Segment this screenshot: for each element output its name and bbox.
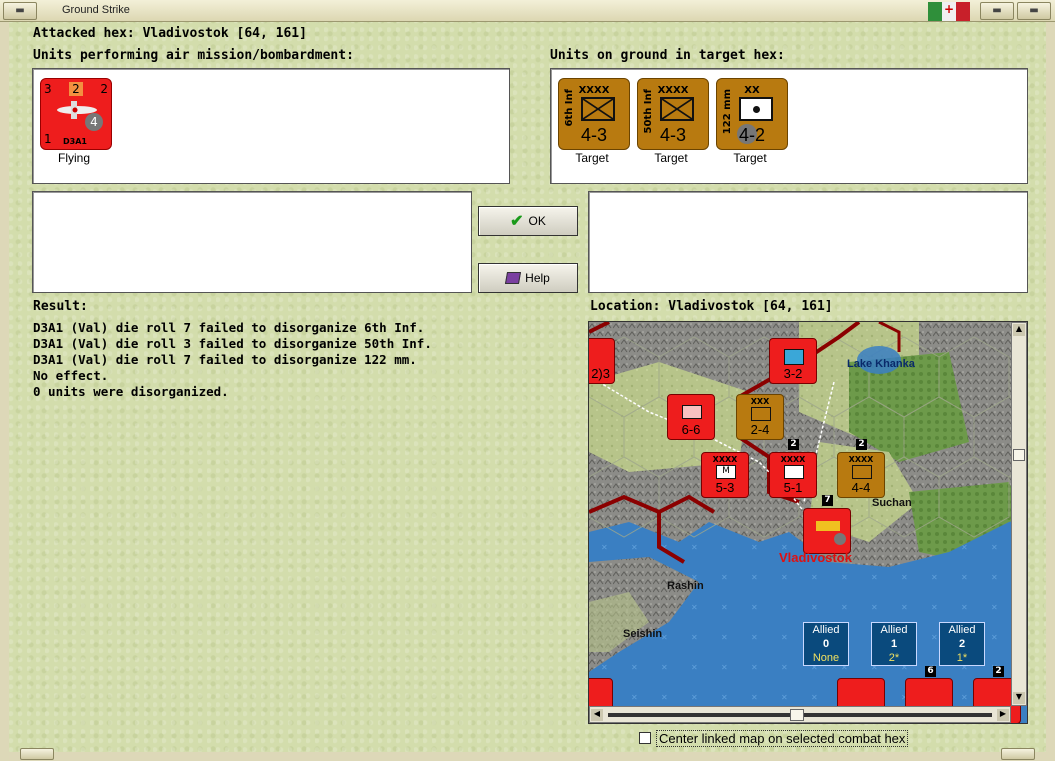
unit-strength: 4-3: [659, 125, 686, 145]
help-label: Help: [525, 271, 550, 285]
stack-count-badge: 2: [993, 666, 1004, 677]
scroll-down-icon[interactable]: ▼: [1013, 692, 1025, 704]
allied-value: 0: [822, 638, 830, 650]
flag-mid-icon: +: [942, 2, 956, 21]
vertical-scroll-thumb[interactable]: [1013, 449, 1025, 461]
allied-sub: None: [812, 652, 840, 664]
air-unit-top-right: 2: [100, 82, 108, 96]
maximize-button[interactable]: ▬: [1017, 2, 1051, 20]
artillery-symbol-icon: [739, 97, 773, 121]
title-bar: ▬ Ground Strike + ▬ ▬: [0, 0, 1055, 22]
scroll-right-icon[interactable]: ▶: [997, 709, 1009, 721]
map-counter[interactable]: XXXX M 5-3: [701, 452, 749, 498]
air-unit-top-left: 3: [44, 82, 52, 96]
bottom-left-frame-button[interactable]: [20, 748, 54, 760]
result-line: 0 units were disorganized.: [33, 384, 229, 399]
map-counter-strength: 4-4: [851, 480, 871, 495]
result-line: No effect.: [33, 368, 109, 383]
map-label-lake-khanka: Lake Khanka: [847, 358, 915, 370]
map-horizontal-scrollbar[interactable]: ◀ ▶: [589, 706, 1011, 723]
map-counter[interactable]: 2)3: [589, 338, 615, 384]
scroll-up-icon[interactable]: ▲: [1013, 324, 1025, 336]
unit-strength: 4-3: [580, 125, 607, 145]
result-line: D3A1 (Val) die roll 7 failed to disorgan…: [33, 352, 417, 367]
ground-unit-counter-3[interactable]: XX 122 mm 4-2: [716, 78, 788, 150]
air-unit-circle: 4: [85, 113, 103, 131]
horizontal-scroll-thumb[interactable]: [790, 709, 804, 721]
air-unit-counter[interactable]: 3 2 2 4 1 D3A1: [40, 78, 112, 150]
map-counter[interactable]: XXXX 4-4: [837, 452, 885, 498]
ground-unit-counter-1[interactable]: XXXX 6th Inf 4-3: [558, 78, 630, 150]
location-label: Location: Vladivostok [64, 161]: [590, 299, 833, 314]
allied-box-1[interactable]: Allied 1 2*: [871, 622, 917, 666]
air-unit-top-mid: 2: [69, 82, 83, 96]
map-label-seishin: Seishin: [623, 628, 663, 640]
ok-button[interactable]: ✔ OK: [478, 206, 578, 236]
location-map[interactable]: ✕: [588, 321, 1028, 724]
scroll-left-icon[interactable]: ◀: [591, 709, 603, 721]
map-counter-strength: 5-3: [715, 480, 735, 495]
map-label-vladivostok: Vladivostok: [779, 550, 852, 565]
allied-box-0[interactable]: Allied 0 None: [803, 622, 849, 666]
map-counter-air-unit[interactable]: [803, 508, 851, 554]
map-counter-strength: 6-6: [681, 422, 701, 437]
allied-title: Allied: [880, 624, 908, 636]
air-unit-bottom-left: 1: [44, 132, 52, 146]
ok-label: OK: [528, 214, 546, 228]
flag-right-icon: [956, 2, 970, 21]
infantry-symbol-icon: [581, 97, 615, 121]
map-counter[interactable]: XXXX 5-1: [769, 452, 817, 498]
unit-name: 6th Inf: [564, 89, 575, 127]
allied-sub: 2*: [888, 652, 900, 664]
result-text: D3A1 (Val) die roll 7 failed to disorgan…: [33, 320, 432, 400]
map-counter-strength: 5-1: [783, 480, 803, 495]
air-unit-status: Flying: [57, 151, 90, 165]
center-map-checkbox[interactable]: [639, 732, 651, 744]
help-button[interactable]: Help: [478, 263, 578, 293]
map-counter[interactable]: XXX 2-4: [736, 394, 784, 440]
checkmark-icon: ✔: [510, 213, 524, 230]
result-line: D3A1 (Val) die roll 3 failed to disorgan…: [33, 336, 432, 351]
allied-sub: 1*: [956, 652, 968, 664]
flag-left-icon: [928, 2, 942, 21]
map-counter[interactable]: 3-2: [769, 338, 817, 384]
window-title: Ground Strike: [62, 4, 130, 16]
result-label: Result:: [33, 299, 88, 314]
allied-title: Allied: [948, 624, 976, 636]
center-map-checkbox-label[interactable]: Center linked map on selected combat hex: [656, 730, 909, 747]
stack-count-badge: 6: [925, 666, 936, 677]
air-unit-name: D3A1: [63, 137, 87, 146]
unit-strength: 4-2: [738, 125, 765, 145]
ground-unit-status-2: Target: [654, 151, 688, 165]
map-counter-strength: 2-4: [750, 422, 770, 437]
allied-title: Allied: [812, 624, 840, 636]
defender-detail-panel: [588, 191, 1028, 293]
stack-count-badge: 7: [822, 495, 833, 506]
map-vertical-scrollbar[interactable]: ▲ ▼: [1011, 322, 1027, 706]
ground-units-label: Units on ground in target hex:: [550, 48, 785, 63]
allied-value: 2: [958, 638, 966, 650]
map-label-suchan: Suchan: [872, 497, 912, 509]
ground-unit-counter-2[interactable]: XXXX 50th Inf 4-3: [637, 78, 709, 150]
minimize-button[interactable]: ▬: [980, 2, 1014, 20]
infantry-symbol-icon: [660, 97, 694, 121]
stack-count-badge: 2: [788, 439, 799, 450]
allied-value: 1: [890, 638, 898, 650]
allied-box-2[interactable]: Allied 2 1*: [939, 622, 985, 666]
system-menu-button[interactable]: ▬: [3, 2, 37, 20]
ground-unit-status-3: Target: [733, 151, 767, 165]
map-label-rashin: Rashin: [667, 580, 704, 592]
air-units-label: Units performing air mission/bombardment…: [33, 48, 354, 63]
map-counter[interactable]: 6-6: [667, 394, 715, 440]
result-line: D3A1 (Val) die roll 7 failed to disorgan…: [33, 320, 425, 335]
bottom-right-frame-button[interactable]: [1001, 748, 1035, 760]
help-book-icon: [505, 272, 522, 284]
map-counter-strength: 3-2: [783, 366, 803, 381]
stack-count-badge: 2: [856, 439, 867, 450]
attacker-detail-panel: [32, 191, 472, 293]
ground-unit-status-1: Target: [575, 151, 609, 165]
attacked-hex-label: Attacked hex: Vladivostok [64, 161]: [33, 26, 307, 41]
map-counter-strength: 2)3: [591, 366, 610, 381]
